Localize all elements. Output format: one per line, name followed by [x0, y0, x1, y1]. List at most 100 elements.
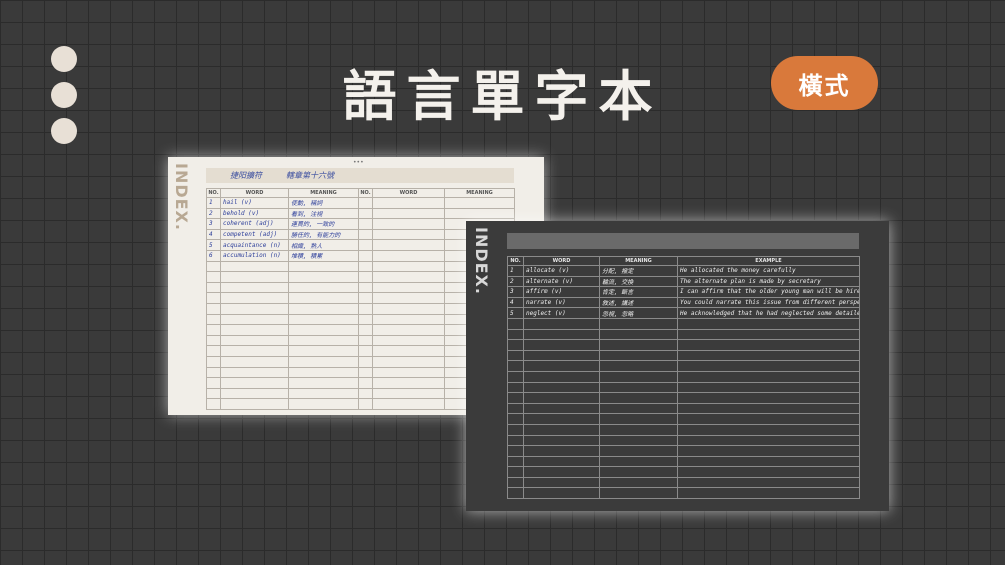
table-cell [599, 476, 678, 489]
column-header: NO. [507, 256, 524, 266]
column-header: NO. [358, 188, 373, 198]
table-cell [372, 313, 445, 326]
table-cell [372, 218, 445, 230]
table-cell [358, 207, 373, 220]
table-cell: 1 [206, 197, 221, 209]
table-cell [358, 366, 373, 379]
table-cell [677, 339, 860, 351]
table-cell: 連貫的, 一致的 [288, 218, 359, 230]
table-cell [372, 377, 445, 389]
table-cell: 忽視, 忽略 [599, 307, 678, 319]
table-cell [507, 423, 524, 436]
table-cell: 4 [206, 228, 221, 241]
table-cell [220, 334, 289, 347]
table-cell [599, 339, 678, 351]
table-cell [372, 249, 445, 262]
table-cell [358, 281, 373, 294]
page-header-bar [507, 233, 859, 249]
table-cell [358, 324, 373, 336]
table-cell [523, 339, 600, 351]
table-cell: accumulation (n) [220, 249, 289, 262]
table-row: 5 neglect (v) 忽視, 忽略 He acknowledged that h… [507, 307, 860, 319]
table-row [507, 487, 860, 500]
table-cell [507, 381, 524, 394]
table-cell [507, 360, 524, 372]
table-cell [206, 366, 221, 379]
table-cell: 輪流, 交換 [599, 275, 678, 288]
layout-badge[interactable]: 橫式 [771, 56, 878, 110]
table-cell: You could narrate this issue from differ… [677, 296, 860, 309]
table-row [507, 328, 860, 341]
table-cell [677, 434, 860, 447]
table-row [507, 423, 860, 436]
table-cell [523, 328, 600, 341]
table-cell [206, 260, 221, 273]
table-cell [220, 366, 289, 379]
table-cell [288, 366, 359, 379]
table-cell [677, 413, 860, 425]
table-row [507, 339, 860, 351]
table-cell: affirm (v) [523, 286, 600, 298]
header-note: 轄章第十六號 [286, 171, 334, 180]
table-cell [677, 402, 860, 415]
table-cell [507, 487, 524, 500]
table-cell [523, 370, 600, 383]
table-cell [523, 349, 600, 362]
table-row [507, 402, 860, 415]
table-cell [206, 281, 221, 294]
table-cell [523, 487, 600, 500]
table-cell [677, 455, 860, 468]
table-cell [444, 197, 515, 209]
table-cell [288, 281, 359, 294]
table-cell [358, 239, 373, 251]
table-row [507, 370, 860, 383]
table-cell [599, 434, 678, 447]
table-cell [523, 466, 600, 478]
table-cell: allocate (v) [523, 265, 600, 277]
table-cell [507, 466, 524, 478]
table-cell [206, 271, 221, 283]
table-cell [372, 302, 445, 315]
table-cell [372, 292, 445, 304]
table-cell [599, 455, 678, 468]
column-header: MEANING [444, 188, 515, 198]
table-cell [372, 345, 445, 357]
table-cell [206, 345, 221, 357]
table-cell [523, 434, 600, 447]
table-cell: 1 [507, 265, 524, 277]
table-cell: hail (v) [220, 197, 289, 209]
table-row: 2 behold (v) 看到, 注視 [206, 207, 515, 220]
table-cell: The alternate plan is made by secretary [677, 275, 860, 288]
table-cell [372, 334, 445, 347]
table-cell [677, 381, 860, 394]
table-cell [220, 292, 289, 304]
dark-notebook-page: INDEX. NO. WORD MEANING EXAMPLE 1 allocat… [466, 221, 889, 511]
table-row [507, 445, 860, 457]
table-cell [523, 402, 600, 415]
table-cell [206, 313, 221, 326]
table-cell [288, 302, 359, 315]
table-row: 1 allocate (v) 分配, 撥定 He allocated the mone… [507, 265, 860, 277]
table-cell [677, 423, 860, 436]
table-cell [599, 392, 678, 404]
table-cell [220, 260, 289, 273]
table-cell [288, 292, 359, 304]
table-cell [507, 328, 524, 341]
table-cell: 2 [206, 207, 221, 220]
table-cell [523, 381, 600, 394]
table-cell [372, 271, 445, 283]
table-row [507, 434, 860, 447]
table-row [507, 455, 860, 468]
table-cell [288, 387, 359, 400]
table-cell: 6 [206, 249, 221, 262]
table-cell [358, 197, 373, 209]
table-cell [358, 228, 373, 241]
table-row: 4 narrate (v) 敘述, 講述 You could narrate this… [507, 296, 860, 309]
table-cell [677, 360, 860, 372]
table-cell [206, 355, 221, 368]
table-cell [288, 324, 359, 336]
column-header: MEANING [599, 256, 678, 266]
table-cell [358, 271, 373, 283]
table-cell: coherent (adj) [220, 218, 289, 230]
table-cell [523, 423, 600, 436]
